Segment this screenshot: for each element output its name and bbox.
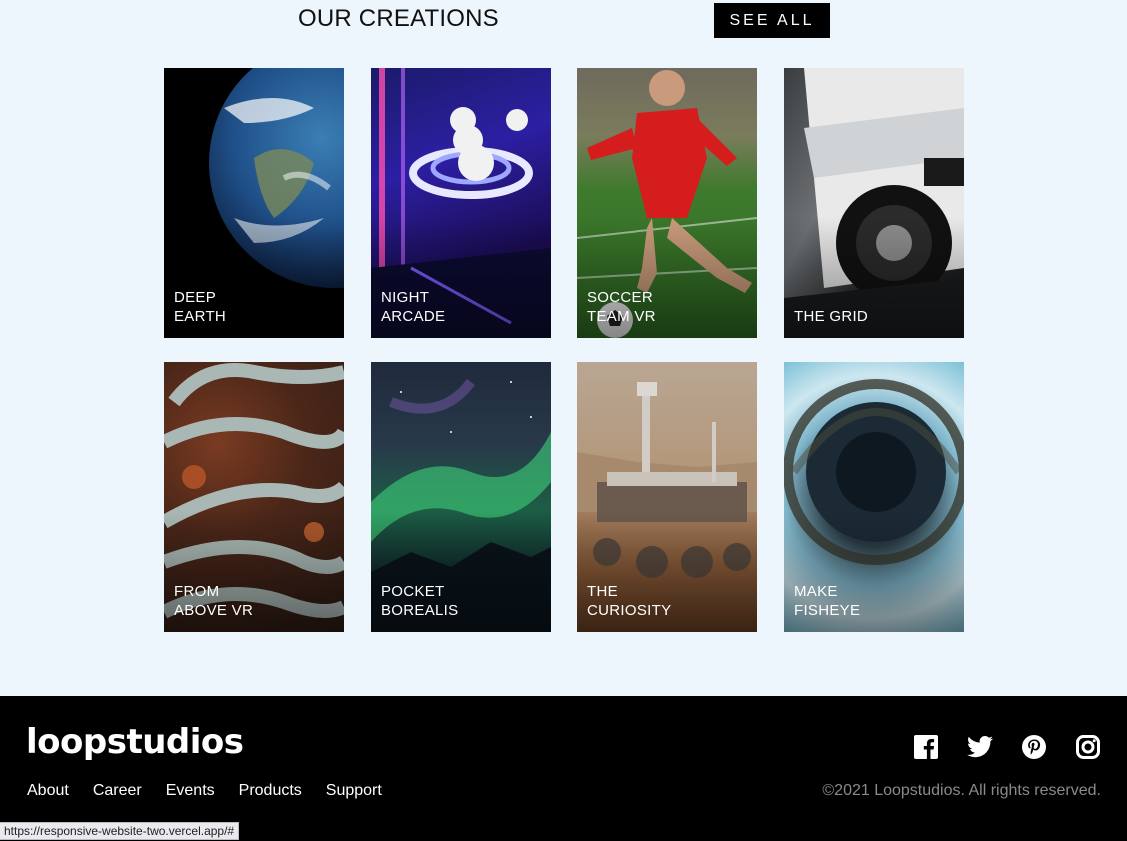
creation-card-pocket-borealis[interactable]: POCKET BOREALIS	[371, 362, 551, 632]
section-title: OUR CREATIONS	[298, 5, 499, 32]
facebook-icon[interactable]	[913, 734, 939, 760]
footer-nav-products[interactable]: Products	[239, 782, 302, 800]
creations-header: OUR CREATIONS SEE ALL	[0, 0, 1127, 60]
footer-nav-events[interactable]: Events	[166, 782, 215, 800]
card-label: MAKE FISHEYE	[794, 583, 861, 619]
card-label: FROM ABOVE VR	[174, 583, 254, 619]
twitter-icon[interactable]	[967, 734, 993, 760]
social-links	[913, 734, 1101, 760]
creation-card-from-above-vr[interactable]: FROM ABOVE VR	[164, 362, 344, 632]
card-label: POCKET BOREALIS	[381, 583, 459, 619]
creation-card-soccer-team-vr[interactable]: SOCCER TEAM VR	[577, 68, 757, 338]
creation-card-the-curiosity[interactable]: THE CURIOSITY	[577, 362, 757, 632]
footer-nav-career[interactable]: Career	[93, 782, 142, 800]
instagram-icon[interactable]	[1075, 734, 1101, 760]
card-label: SOCCER TEAM VR	[587, 289, 656, 325]
pinterest-icon[interactable]	[1021, 734, 1047, 760]
creation-card-the-grid[interactable]: THE GRID	[784, 68, 964, 338]
site-footer: loopstudios About Career Events Products…	[0, 696, 1127, 841]
footer-nav: About Career Events Products Support	[27, 782, 382, 800]
see-all-button[interactable]: SEE ALL	[714, 3, 830, 38]
copyright-text: ©2021 Loopstudios. All rights reserved.	[822, 782, 1101, 799]
creation-card-night-arcade[interactable]: NIGHT ARCADE	[371, 68, 551, 338]
card-label: THE CURIOSITY	[587, 583, 672, 619]
footer-nav-about[interactable]: About	[27, 782, 69, 800]
creation-card-deep-earth[interactable]: DEEP EARTH	[164, 68, 344, 338]
footer-logo[interactable]: loopstudios	[26, 722, 244, 762]
card-label: NIGHT ARCADE	[381, 289, 446, 325]
footer-nav-support[interactable]: Support	[326, 782, 382, 800]
creation-card-make-fisheye[interactable]: MAKE FISHEYE	[784, 362, 964, 632]
browser-status-bar: https://responsive-website-two.vercel.ap…	[0, 822, 240, 840]
card-label: DEEP EARTH	[174, 289, 227, 325]
card-label: THE GRID	[794, 308, 869, 325]
